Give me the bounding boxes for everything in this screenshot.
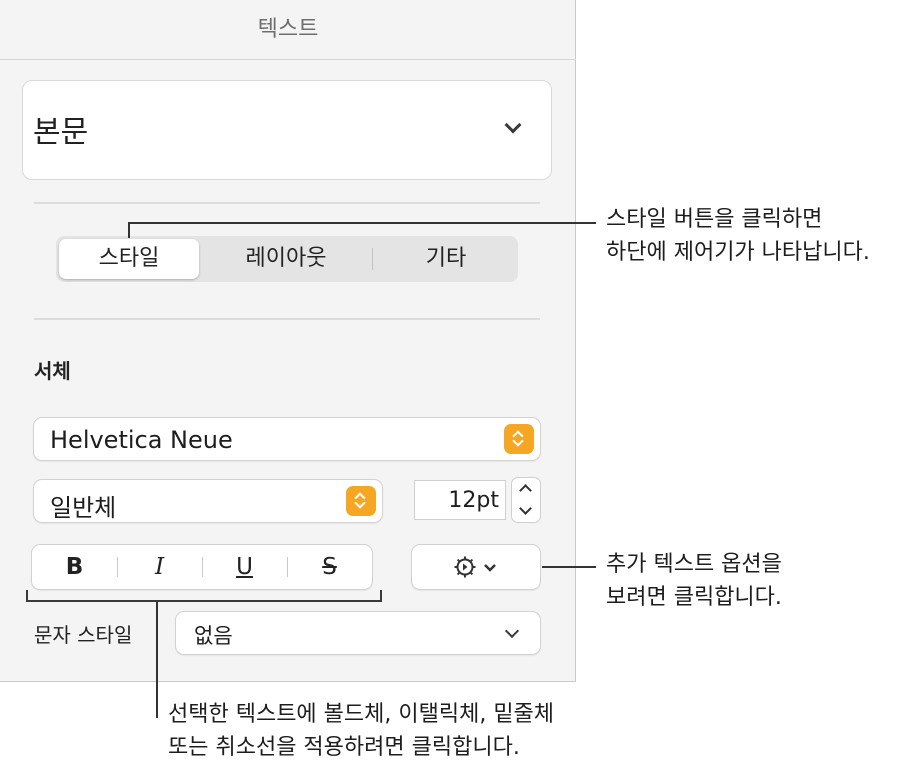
chevron-down-icon (504, 116, 522, 134)
callout-more-options: 추가 텍스트 옵션을 보려면 클릭합니다. (606, 548, 782, 614)
typeface-value: 일반체 (50, 494, 117, 522)
paragraph-style-popup[interactable]: 본문 (22, 80, 552, 180)
strikethrough-button[interactable]: S (287, 545, 372, 589)
font-size-value: 12pt (448, 488, 499, 513)
paragraph-style-label: 본문 (33, 115, 89, 150)
italic-button[interactable]: I (117, 545, 202, 589)
callout-line-text: 보려면 클릭합니다. (606, 585, 782, 610)
format-sidebar: 텍스트 본문 스타일 레이아웃 기타 서체 Helvetica Neue 일반체… (0, 0, 576, 682)
font-section-label: 서체 (34, 359, 71, 383)
typeface-popup[interactable]: 일반체 (34, 480, 382, 522)
tab-control: 스타일 레이아웃 기타 (56, 236, 518, 282)
stepper-down-icon[interactable] (519, 502, 532, 515)
callout-line-text: 또는 취소선을 적용하려면 클릭합니다. (168, 735, 520, 760)
updown-arrows-icon (504, 424, 534, 454)
text-format-buttons: B I U S (32, 545, 372, 589)
panel-title: 텍스트 (0, 0, 576, 60)
divider (34, 202, 540, 204)
callout-line-text: 스타일 버튼을 클릭하면 (606, 207, 823, 232)
callout-bracket (380, 590, 382, 602)
callout-bracket (26, 590, 28, 602)
font-family-popup[interactable]: Helvetica Neue (34, 418, 540, 460)
callout-line (128, 222, 596, 224)
character-style-popup[interactable]: 없음 (176, 612, 540, 654)
character-style-value: 없음 (194, 624, 233, 648)
callout-bracket (26, 600, 382, 602)
updown-arrows-icon (346, 486, 376, 516)
callout-line (542, 566, 596, 568)
font-size-field[interactable]: 12pt (414, 480, 506, 520)
character-style-label: 문자 스타일 (34, 623, 133, 647)
tab-more[interactable]: 기타 (376, 239, 516, 279)
callout-line (156, 602, 158, 718)
divider (34, 318, 540, 320)
tab-layout[interactable]: 레이아웃 (206, 239, 366, 279)
callout-line-text: 하단에 제어기가 나타납니다. (606, 240, 870, 265)
callout-line (128, 222, 130, 238)
bold-button[interactable]: B (32, 545, 117, 589)
chevron-down-icon (504, 623, 520, 639)
stepper-up-icon[interactable] (519, 484, 532, 497)
font-size-stepper[interactable] (512, 478, 540, 522)
tab-separator (372, 248, 373, 270)
font-family-value: Helvetica Neue (50, 426, 233, 454)
gear-icon (454, 556, 496, 578)
callout-tabs: 스타일 버튼을 클릭하면 하단에 제어기가 나타납니다. (606, 203, 870, 269)
tab-style[interactable]: 스타일 (59, 239, 199, 279)
underline-button[interactable]: U (202, 545, 287, 589)
advanced-options-button[interactable] (412, 545, 540, 589)
callout-line-text: 선택한 텍스트에 볼드체, 이탤릭체, 밑줄체 (168, 702, 555, 727)
callout-format-buttons: 선택한 텍스트에 볼드체, 이탤릭체, 밑줄체 또는 취소선을 적용하려면 클릭… (168, 698, 554, 764)
callout-line-text: 추가 텍스트 옵션을 (606, 552, 782, 577)
